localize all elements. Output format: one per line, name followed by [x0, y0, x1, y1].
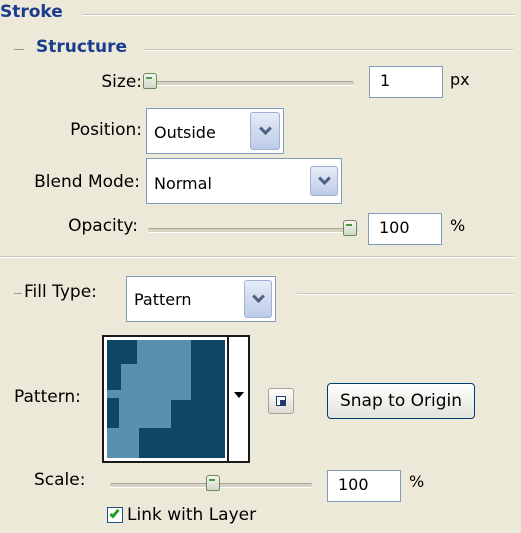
blend-mode-select[interactable]: Normal: [146, 158, 342, 204]
scale-slider-thumb[interactable]: [206, 475, 220, 491]
size-slider-thumb[interactable]: [143, 73, 157, 89]
position-dropdown-button[interactable]: [250, 112, 280, 150]
checkmark-icon: [109, 507, 120, 519]
scale-unit: %: [409, 472, 425, 491]
size-input[interactable]: 1: [369, 66, 443, 98]
scale-label: Scale:: [34, 470, 86, 490]
blend-mode-label: Blend Mode:: [34, 172, 140, 192]
pattern-dark-block: [191, 340, 225, 400]
size-slider-track[interactable]: [148, 81, 354, 86]
link-with-layer-label[interactable]: Link with Layer: [127, 505, 256, 525]
pattern-label: Pattern:: [14, 387, 81, 407]
size-label: Size:: [101, 72, 142, 92]
fill-type-select[interactable]: Pattern: [126, 276, 276, 322]
pattern-dark-block: [107, 340, 137, 364]
opacity-input[interactable]: 100: [368, 213, 442, 245]
position-select[interactable]: Outside: [146, 108, 284, 154]
stroke-divider: [82, 14, 514, 16]
pattern-dark-block: [139, 428, 171, 458]
pattern-dark-block: [107, 398, 119, 428]
blend-mode-dropdown-button[interactable]: [310, 166, 338, 196]
blend-mode-value: Normal: [154, 174, 212, 193]
pattern-swatch: [107, 340, 225, 458]
snap-to-origin-button[interactable]: Snap to Origin: [327, 383, 475, 419]
fill-type-dropdown-button[interactable]: [244, 280, 272, 318]
chevron-down-icon: [258, 121, 272, 135]
opacity-slider-track[interactable]: [148, 228, 358, 233]
new-preset-button[interactable]: [268, 388, 294, 414]
pattern-dark-block: [171, 400, 225, 458]
structure-dash: [14, 49, 24, 50]
scale-input[interactable]: 100: [327, 470, 401, 502]
structure-title: Structure: [36, 37, 128, 57]
pattern-dark-block: [107, 364, 121, 390]
link-with-layer-checkbox[interactable]: [107, 507, 123, 523]
position-value: Outside: [154, 123, 216, 142]
fill-type-label: Fill Type:: [24, 282, 97, 302]
stroke-title: Stroke: [0, 2, 63, 22]
position-label: Position:: [70, 120, 142, 140]
opacity-slider-thumb[interactable]: [343, 220, 357, 236]
structure-divider: [143, 49, 514, 51]
fill-type-divider: [297, 293, 514, 295]
chevron-down-icon: [317, 171, 331, 185]
opacity-label: Opacity:: [68, 216, 138, 236]
fill-type-value: Pattern: [134, 290, 192, 309]
opacity-unit: %: [450, 216, 466, 235]
pattern-picker-divider: [227, 337, 229, 461]
structure-bottom-divider: [0, 256, 514, 258]
pattern-dropdown-arrow[interactable]: [234, 392, 244, 398]
pattern-picker[interactable]: [102, 335, 250, 463]
chevron-down-icon: [251, 289, 265, 303]
size-unit: px: [450, 70, 470, 89]
fill-type-dash: [14, 293, 22, 294]
new-preset-icon: [276, 396, 286, 406]
